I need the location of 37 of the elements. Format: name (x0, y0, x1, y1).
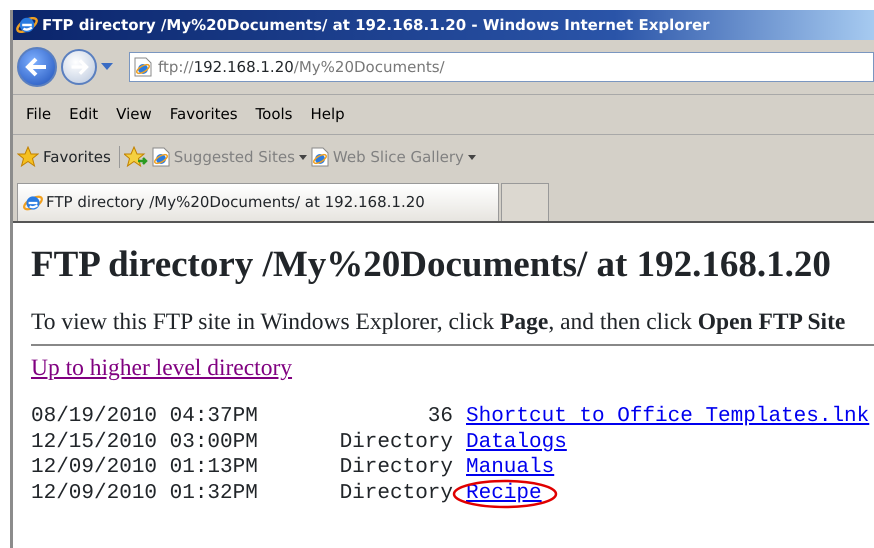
menu-item[interactable]: File (17, 101, 60, 128)
page-icon (134, 57, 152, 77)
file-date: 12/09/2010 01:32PM (31, 480, 259, 506)
menu-item[interactable]: Help (302, 101, 354, 128)
file-date: 12/09/2010 01:13PM (31, 455, 259, 481)
page-heading: FTP directory /My%20Documents/ at 192.168.1.20 (31, 245, 832, 286)
window-title: FTP directory /My%20Documents/ at 192.168.1.20 - Windows Internet Explorer (42, 14, 710, 36)
caret-icon[interactable] (468, 154, 476, 160)
menu-item[interactable]: Favorites (160, 101, 247, 128)
favorites-button[interactable]: Favorites (43, 146, 120, 168)
menu-item[interactable]: Tools (246, 101, 302, 128)
back-button[interactable] (17, 47, 57, 87)
dropdown-arrow-icon[interactable] (101, 63, 113, 71)
file-size: Directory (338, 430, 453, 456)
page-icon (310, 147, 329, 167)
parent-directory-link[interactable]: Up to higher level directory (31, 354, 292, 382)
menu-item[interactable]: Edit (60, 101, 108, 128)
star-icon (17, 146, 39, 168)
file-link[interactable]: Datalogs (466, 430, 567, 454)
address-field[interactable]: ftp://192.168.1.20/My%20Documents/ (129, 52, 874, 82)
browser-tab[interactable]: FTP directory /My%20Documents/ at 192.168.1.20 (17, 183, 499, 221)
file-link[interactable]: Shortcut to Office Templates.lnk (466, 405, 870, 428)
file-size: Directory (338, 480, 453, 506)
arrow-left-icon (25, 57, 49, 77)
add-favorite-icon[interactable] (124, 146, 148, 168)
file-size: Directory (338, 455, 453, 481)
forward-button[interactable] (61, 49, 97, 85)
file-size: 36 (426, 404, 453, 430)
menu-item[interactable]: View (107, 101, 161, 128)
new-tab-button[interactable] (501, 183, 549, 221)
arrow-right-icon (69, 58, 89, 76)
caret-icon[interactable] (298, 154, 307, 160)
file-date: 12/15/2010 03:00PM (31, 430, 259, 456)
file-link[interactable]: Manuals (466, 456, 554, 480)
file-date: 08/19/2010 04:37PM (31, 404, 259, 430)
page-icon (152, 147, 170, 167)
instruction-text: To view this FTP site in Windows Explorer, click Page, and then click Open FTP Site (31, 308, 846, 336)
